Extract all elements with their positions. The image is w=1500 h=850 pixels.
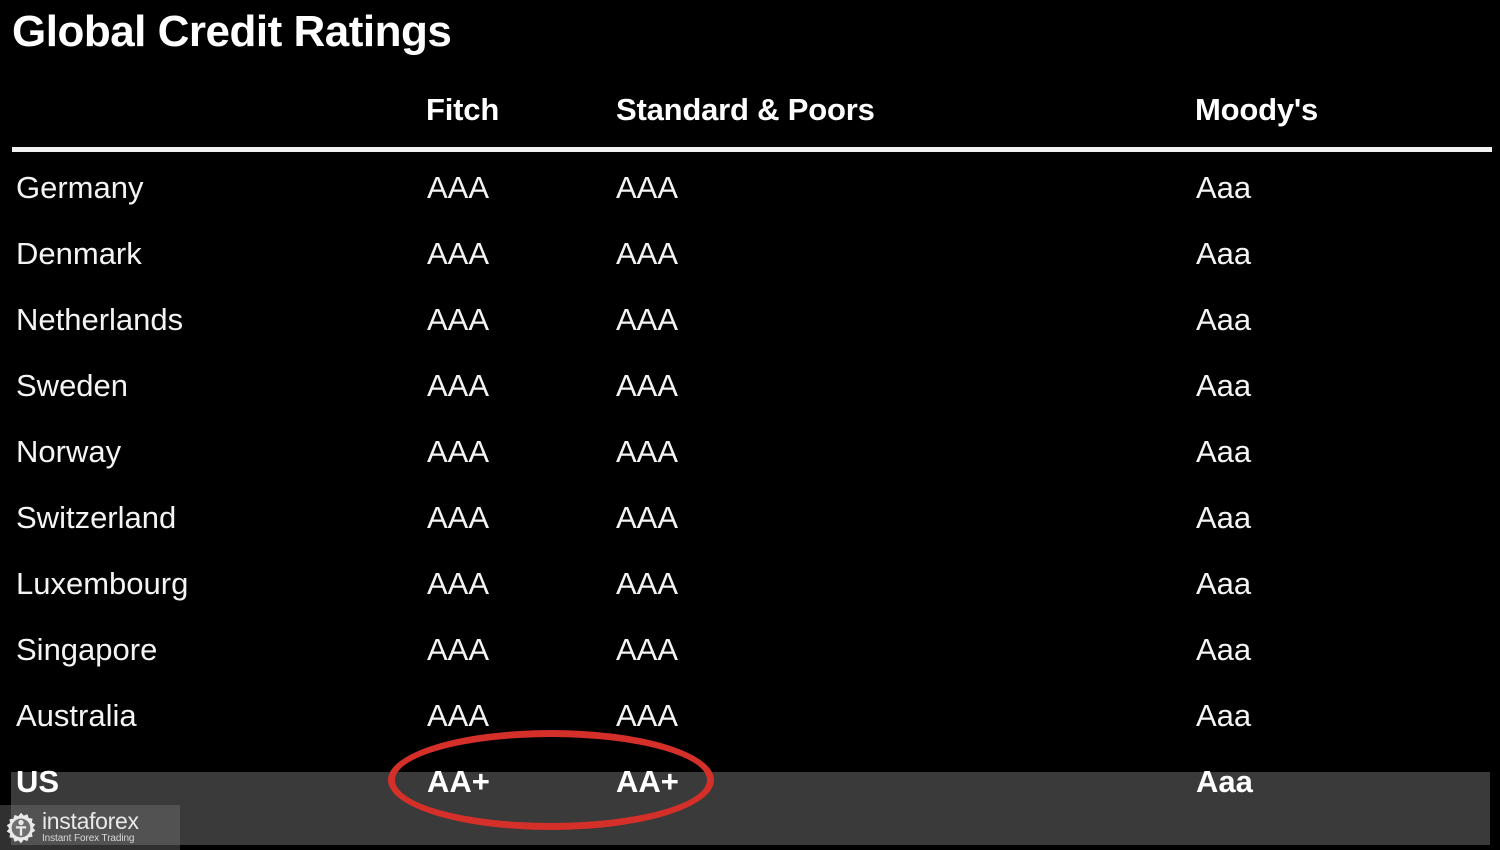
watermark-brand-name: instaforex bbox=[42, 808, 139, 834]
cell-moodys-rating: Aaa bbox=[1196, 698, 1252, 733]
cell-moodys-rating: Aaa bbox=[1196, 500, 1252, 535]
cell-fitch-rating: AAA bbox=[427, 566, 490, 601]
table-header-row: Fitch Standard & Poors Moody's bbox=[0, 92, 1500, 142]
cell-moodys-rating: Aaa bbox=[1196, 302, 1252, 337]
cell-standard-and-poors-rating: AAA bbox=[616, 170, 679, 205]
column-header-fitch: Fitch bbox=[426, 92, 500, 127]
cell-country: Australia bbox=[16, 698, 137, 733]
table-row: Germany AAA AAA Aaa bbox=[0, 168, 1500, 234]
cell-country: Singapore bbox=[16, 632, 158, 667]
table-row: Luxembourg AAA AAA Aaa bbox=[0, 564, 1500, 630]
cell-moodys-rating: Aaa bbox=[1196, 434, 1252, 469]
cell-fitch-rating: AAA bbox=[427, 368, 490, 403]
header-divider-rule bbox=[12, 147, 1492, 152]
table-row: Singapore AAA AAA Aaa bbox=[0, 630, 1500, 696]
cell-moodys-rating: Aaa bbox=[1196, 566, 1252, 601]
credit-ratings-slide: Global Credit Ratings Fitch Standard & P… bbox=[0, 0, 1500, 850]
cell-country: Norway bbox=[16, 434, 122, 469]
cell-moodys-rating: Aaa bbox=[1196, 236, 1252, 271]
cell-country: Denmark bbox=[16, 236, 142, 271]
cell-moodys-rating: Aaa bbox=[1196, 170, 1252, 205]
column-header-moodys: Moody's bbox=[1195, 92, 1319, 127]
cell-fitch-rating: AAA bbox=[427, 236, 490, 271]
table-row: Netherlands AAA AAA Aaa bbox=[0, 300, 1500, 366]
cell-standard-and-poors-rating: AAA bbox=[616, 302, 679, 337]
cell-fitch-rating: AAA bbox=[427, 302, 490, 337]
instaforex-gear-logo-icon bbox=[6, 812, 36, 843]
table-row: Australia AAA AAA Aaa bbox=[0, 696, 1500, 762]
cell-fitch-rating: AAA bbox=[427, 170, 490, 205]
cell-standard-and-poors-rating: AAA bbox=[616, 566, 679, 601]
cell-standard-and-poors-rating: AAA bbox=[616, 236, 679, 271]
cell-country: Germany bbox=[16, 170, 144, 205]
watermark-text: instaforex Instant Forex Trading bbox=[42, 810, 139, 845]
cell-country: Switzerland bbox=[16, 500, 177, 535]
cell-fitch-rating: AAA bbox=[427, 500, 490, 535]
cell-country: Sweden bbox=[16, 368, 129, 403]
cell-standard-and-poors-rating: AAA bbox=[616, 632, 679, 667]
table-row: Sweden AAA AAA Aaa bbox=[0, 366, 1500, 432]
watermark-tagline: Instant Forex Trading bbox=[42, 833, 135, 844]
cell-moodys-rating: Aaa bbox=[1196, 632, 1252, 667]
cell-fitch-rating: AAA bbox=[427, 698, 490, 733]
row-highlight-band bbox=[11, 772, 1490, 845]
cell-standard-and-poors-rating: AA+ bbox=[616, 764, 679, 799]
table-row: US AA+ AA+ Aaa bbox=[0, 762, 1500, 845]
cell-standard-and-poors-rating: AAA bbox=[616, 500, 679, 535]
cell-standard-and-poors-rating: AAA bbox=[616, 434, 679, 469]
cell-fitch-rating: AAA bbox=[427, 434, 490, 469]
table-row: Norway AAA AAA Aaa bbox=[0, 432, 1500, 498]
cell-standard-and-poors-rating: AAA bbox=[616, 698, 679, 733]
cell-moodys-rating: Aaa bbox=[1196, 368, 1252, 403]
table-row: Switzerland AAA AAA Aaa bbox=[0, 498, 1500, 564]
cell-country: Luxembourg bbox=[16, 566, 189, 601]
table-row: Denmark AAA AAA Aaa bbox=[0, 234, 1500, 300]
cell-fitch-rating: AAA bbox=[427, 632, 490, 667]
cell-fitch-rating: AA+ bbox=[427, 764, 490, 799]
cell-standard-and-poors-rating: AAA bbox=[616, 368, 679, 403]
cell-country: Netherlands bbox=[16, 302, 184, 337]
instaforex-watermark: instaforex Instant Forex Trading bbox=[0, 805, 180, 850]
ratings-table: Fitch Standard & Poors Moody's Germany AA… bbox=[0, 0, 1500, 850]
column-header-standard-and-poors: Standard & Poors bbox=[616, 92, 875, 127]
cell-country: US bbox=[16, 764, 60, 799]
cell-moodys-rating: Aaa bbox=[1196, 764, 1253, 799]
